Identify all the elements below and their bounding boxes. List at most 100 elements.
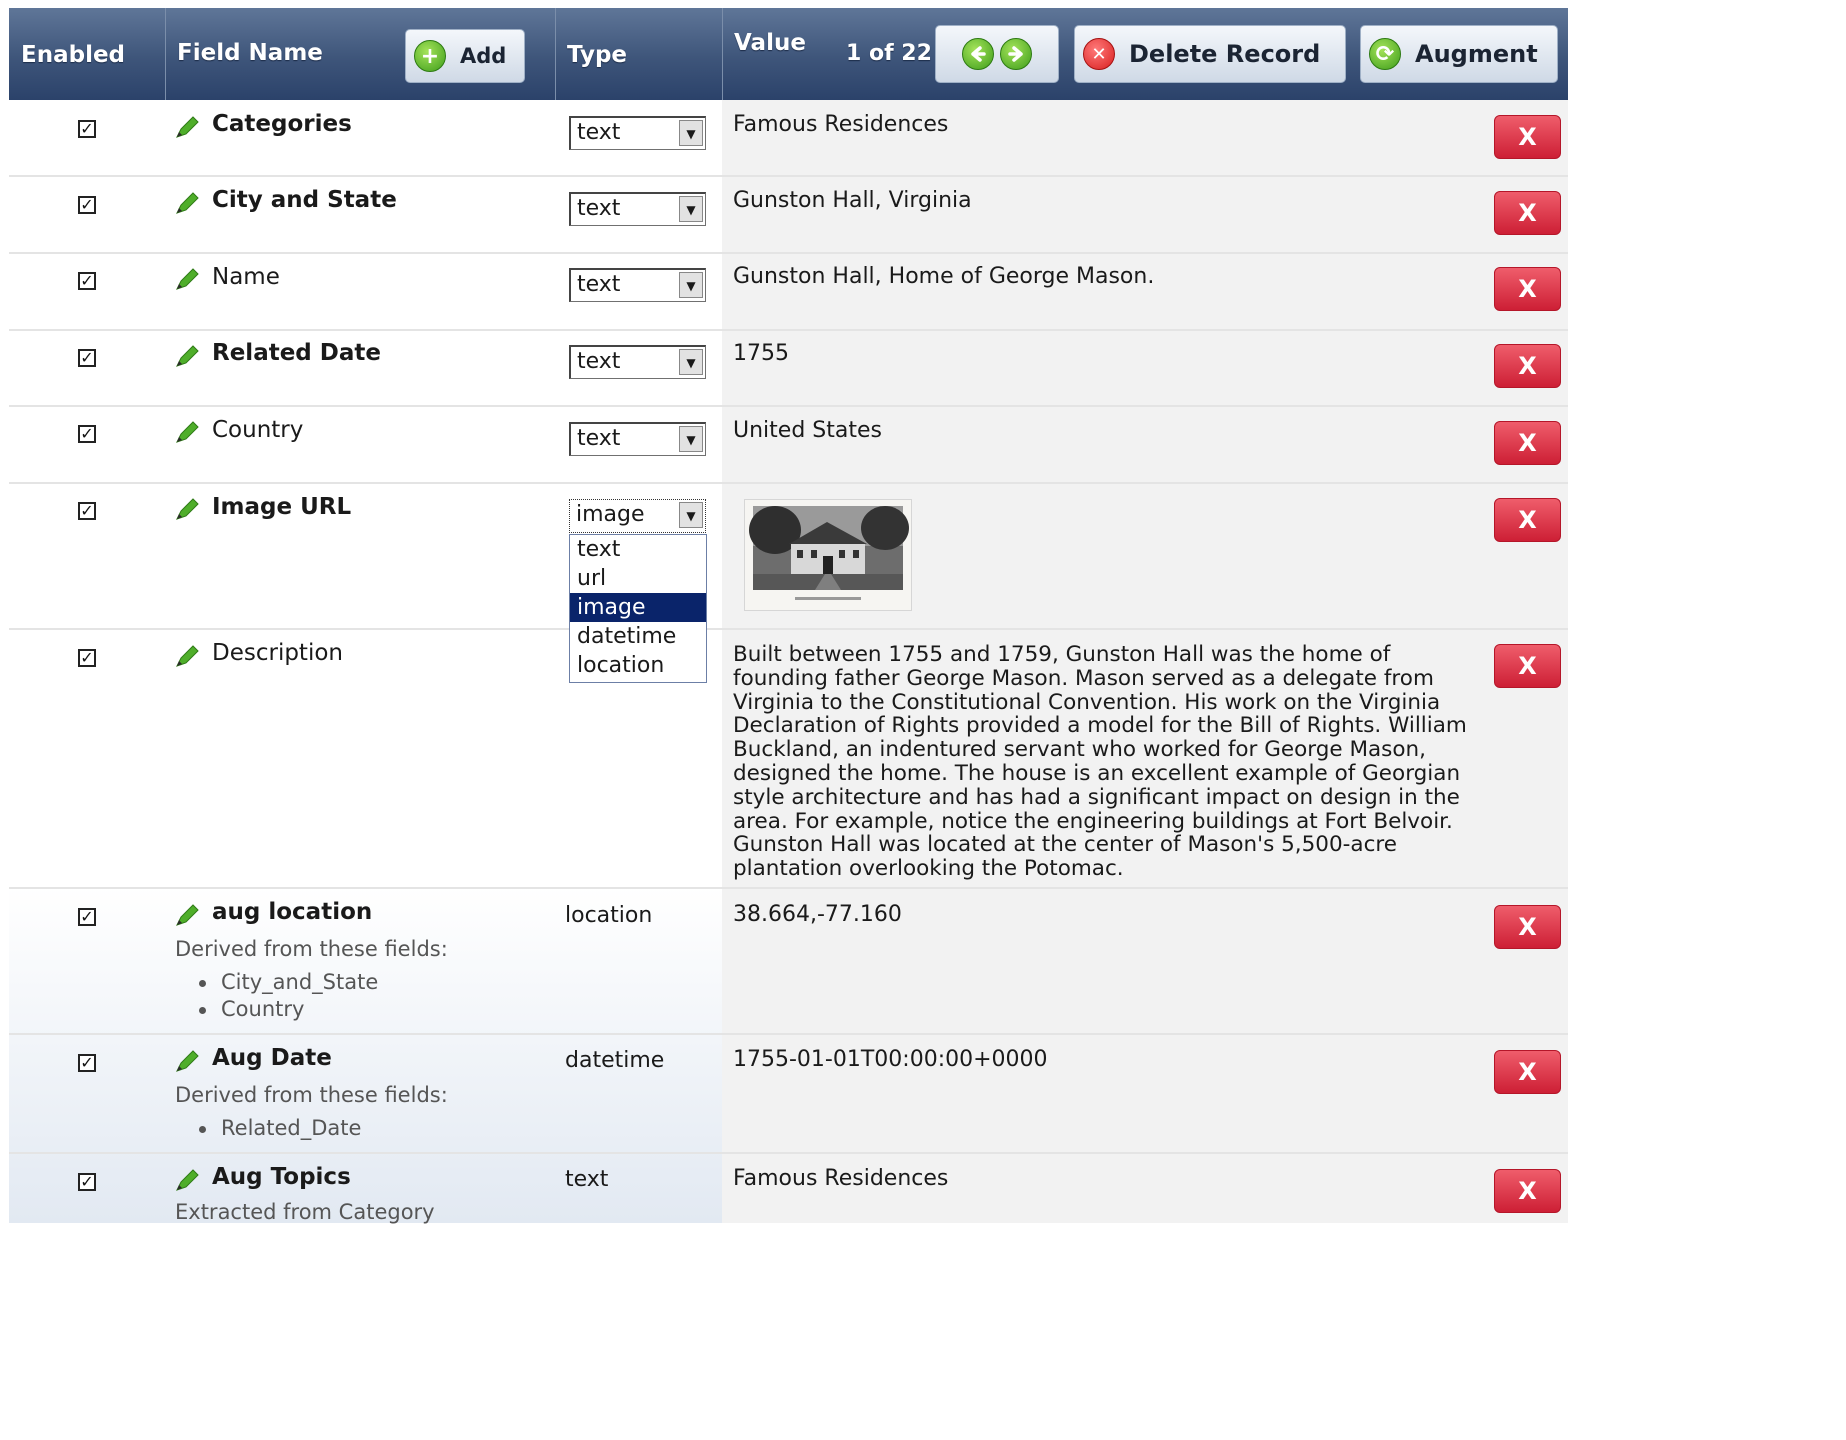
delete-field-button[interactable]: X [1494, 191, 1561, 235]
field-type: location [565, 903, 653, 928]
pencil-icon[interactable] [173, 497, 201, 523]
pencil-icon[interactable] [173, 267, 201, 293]
field-value: United States [733, 418, 882, 443]
field-name: Description [212, 640, 343, 666]
derived-label: Extracted from Category [175, 1200, 435, 1224]
source-field: City_and_State [198, 970, 379, 994]
delete-field-button[interactable]: X [1494, 344, 1561, 388]
enabled-checkbox[interactable]: ✓ [78, 649, 96, 667]
dropdown-option-location[interactable]: location [570, 651, 706, 680]
pencil-icon[interactable] [173, 420, 201, 446]
type-select[interactable]: text ▼ [569, 192, 706, 226]
pencil-icon[interactable] [173, 115, 201, 141]
house-photo-thumbnail [744, 499, 912, 611]
field-type: datetime [565, 1048, 665, 1073]
field-value: Gunston Hall, Home of George Mason. [733, 264, 1155, 289]
table-row: ✓ Description Built between 1755 and 175… [9, 630, 1568, 889]
plus-icon: + [414, 40, 446, 72]
chevron-down-icon: ▼ [679, 120, 703, 146]
header-divider [555, 8, 556, 100]
record-editor-table: Enabled Field Name + Add Type Value 1 of… [9, 8, 1568, 1224]
enabled-checkbox[interactable]: ✓ [78, 349, 96, 367]
source-field: Country [198, 997, 305, 1021]
field-value: 38.664,-77.160 [733, 902, 902, 927]
arrow-right-icon [1008, 46, 1023, 62]
enabled-checkbox[interactable]: ✓ [78, 908, 96, 926]
header-divider [165, 8, 166, 100]
add-field-button[interactable]: + Add [405, 29, 525, 83]
previous-record-button[interactable] [962, 38, 994, 70]
record-counter: 1 of 22 [846, 41, 932, 66]
refresh-icon: ⟳ [1369, 38, 1401, 70]
enabled-checkbox[interactable]: ✓ [78, 272, 96, 290]
type-select-open[interactable]: image ▼ [569, 499, 706, 533]
delete-field-button[interactable]: X [1494, 644, 1561, 688]
field-name: Related Date [212, 340, 381, 366]
chevron-down-icon: ▼ [679, 502, 703, 528]
enabled-checkbox[interactable]: ✓ [78, 502, 96, 520]
table-row: ✓ Name text ▼ Gunston Hall, Home of Geor… [9, 254, 1568, 331]
derived-label: Derived from these fields: [175, 1083, 448, 1107]
enabled-checkbox[interactable]: ✓ [78, 196, 96, 214]
header-value: Value [734, 30, 806, 56]
type-select[interactable]: text ▼ [569, 116, 706, 150]
delete-field-button[interactable]: X [1494, 1050, 1561, 1094]
field-name: City and State [212, 187, 397, 213]
pencil-icon[interactable] [173, 191, 201, 217]
field-name: Image URL [212, 494, 352, 520]
field-name: Name [212, 264, 280, 290]
chevron-down-icon: ▼ [679, 426, 703, 452]
chevron-down-icon: ▼ [679, 196, 703, 222]
field-name: Categories [212, 111, 352, 137]
enabled-checkbox[interactable]: ✓ [78, 1054, 96, 1072]
table-row: ✓ Related Date text ▼ 1755 X [9, 331, 1568, 407]
header-type: Type [567, 42, 628, 68]
field-name: aug location [212, 899, 373, 925]
enabled-checkbox[interactable]: ✓ [78, 425, 96, 443]
field-value: Famous Residences [733, 112, 949, 137]
field-value: Famous Residences [733, 1166, 949, 1191]
chevron-down-icon: ▼ [679, 349, 703, 375]
type-select[interactable]: text ▼ [569, 345, 706, 379]
table-header: Enabled Field Name + Add Type Value 1 of… [9, 8, 1568, 100]
delete-field-button[interactable]: X [1494, 1169, 1561, 1213]
pencil-icon[interactable] [173, 903, 201, 929]
augment-button[interactable]: ⟳ Augment [1360, 25, 1558, 83]
arrow-left-icon [971, 46, 986, 62]
pencil-icon[interactable] [173, 1049, 201, 1075]
table-row: ✓ City and State text ▼ Gunston Hall, Vi… [9, 177, 1568, 254]
pencil-icon[interactable] [173, 644, 201, 670]
delete-field-button[interactable]: X [1494, 421, 1561, 465]
type-dropdown-list: text url image datetime location [569, 534, 707, 683]
type-select[interactable]: text ▼ [569, 268, 706, 302]
field-value: Gunston Hall, Virginia [733, 188, 972, 213]
house-photo [749, 506, 909, 600]
chevron-down-icon: ▼ [679, 272, 703, 298]
delete-field-button[interactable]: X [1494, 267, 1561, 311]
table-row: ✓ Country text ▼ United States X [9, 407, 1568, 484]
header-field-name: Field Name [177, 40, 323, 66]
type-select[interactable]: text ▼ [569, 422, 706, 456]
dropdown-option-image[interactable]: image [570, 593, 706, 622]
field-value: 1755 [733, 341, 789, 366]
record-nav-buttons [935, 25, 1059, 83]
pencil-icon[interactable] [173, 344, 201, 370]
dropdown-option-text[interactable]: text [570, 535, 706, 564]
delete-field-button[interactable]: X [1494, 115, 1561, 159]
field-name: Country [212, 417, 304, 443]
delete-record-button[interactable]: ✕ Delete Record [1074, 25, 1346, 83]
table-row: ✓ Aug Date Derived from these fields: Re… [9, 1035, 1568, 1154]
enabled-checkbox[interactable]: ✓ [78, 120, 96, 138]
delete-field-button[interactable]: X [1494, 498, 1561, 542]
table-row: ✓ Categories text ▼ Famous Residences X [9, 100, 1568, 177]
enabled-checkbox[interactable]: ✓ [78, 1173, 96, 1191]
dropdown-option-url[interactable]: url [570, 564, 706, 593]
delete-field-button[interactable]: X [1494, 905, 1561, 949]
pencil-icon[interactable] [173, 1168, 201, 1194]
next-record-button[interactable] [1000, 38, 1032, 70]
description-value: Built between 1755 and 1759, Gunston Hal… [733, 642, 1467, 882]
table-row: ✓ aug location Derived from these fields… [9, 889, 1568, 1035]
derived-label: Derived from these fields: [175, 937, 448, 961]
close-circle-icon: ✕ [1083, 38, 1115, 70]
dropdown-option-datetime[interactable]: datetime [570, 622, 706, 651]
